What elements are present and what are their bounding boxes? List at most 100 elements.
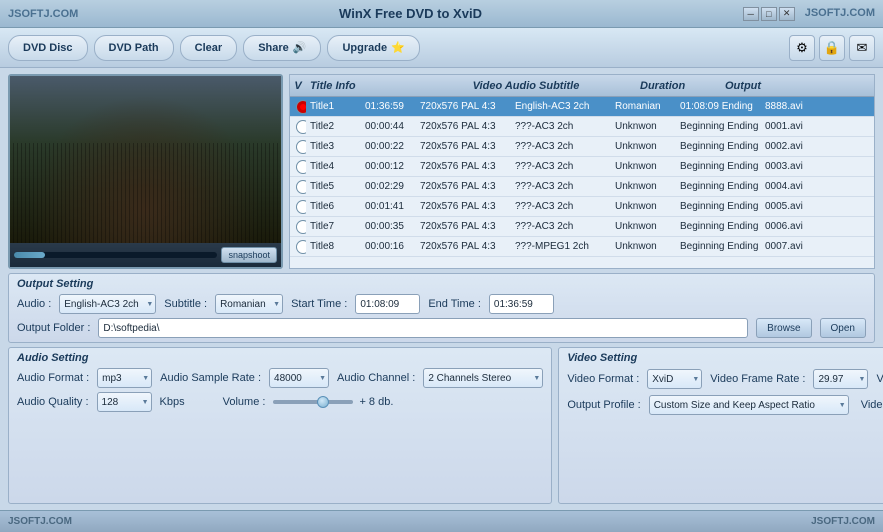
- upgrade-icon: ⭐: [391, 41, 405, 54]
- sample-rate-select[interactable]: 48000: [269, 368, 329, 388]
- volume-slider-thumb[interactable]: [317, 396, 329, 408]
- main-content: snapshoot V Title Info Video Audio Subti…: [0, 68, 883, 510]
- settings-icon-btn[interactable]: ⚙: [789, 35, 815, 61]
- end-time-input[interactable]: [489, 294, 554, 314]
- row-radio[interactable]: [296, 120, 306, 134]
- audio-label: Audio :: [17, 298, 51, 310]
- audio-channel-select-wrapper[interactable]: 2 Channels Stereo: [423, 368, 543, 388]
- close-button[interactable]: ✕: [779, 7, 795, 21]
- lock-icon-btn[interactable]: 🔒: [819, 35, 845, 61]
- row-subtitle: Unknwon: [611, 181, 676, 192]
- start-time-input[interactable]: [355, 294, 420, 314]
- audio-setting: Audio Setting Audio Format : mp3 Audio S…: [8, 347, 552, 504]
- video-progress-bar[interactable]: [14, 252, 217, 258]
- audio-channel-label: Audio Channel :: [337, 372, 415, 384]
- snapshot-button[interactable]: snapshoot: [221, 247, 277, 263]
- volume-slider-container: + 8 db.: [273, 396, 393, 408]
- row-audio: ???-AC3 2ch: [511, 221, 611, 232]
- row-radio[interactable]: [296, 160, 306, 174]
- row-audio: ???-AC3 2ch: [511, 121, 611, 132]
- row-radio[interactable]: [296, 240, 306, 254]
- row-radio[interactable]: [296, 140, 306, 154]
- audio-quality-select[interactable]: 128: [97, 392, 152, 412]
- title-row[interactable]: Title8 00:00:16 720x576 PAL 4:3 ???-MPEG…: [290, 237, 874, 257]
- row-radio[interactable]: [296, 100, 306, 114]
- title-row[interactable]: Title4 00:00:12 720x576 PAL 4:3 ???-AC3 …: [290, 157, 874, 177]
- email-icon-btn[interactable]: ✉: [849, 35, 875, 61]
- row-video: 720x576 PAL 4:3: [416, 241, 511, 252]
- share-button[interactable]: Share 🔊: [243, 35, 321, 61]
- dvd-disc-button[interactable]: DVD Disc: [8, 35, 88, 61]
- window-controls: ─ □ ✕ JSOFTJ.COM: [743, 7, 875, 21]
- open-button[interactable]: Open: [820, 318, 866, 338]
- audio-select[interactable]: English-AC3 2ch: [59, 294, 156, 314]
- sample-rate-select-wrapper[interactable]: 48000: [269, 368, 329, 388]
- row-title: Title1: [306, 101, 361, 112]
- row-title: Title3: [306, 141, 361, 152]
- row-output: 0002.avi: [761, 141, 821, 152]
- audio-format-select[interactable]: mp3: [97, 368, 152, 388]
- row-radio[interactable]: [296, 220, 306, 234]
- row-title: Title8: [306, 241, 361, 252]
- video-progress-fill: [14, 252, 45, 258]
- title-row[interactable]: Title1 01:36:59 720x576 PAL 4:3 English-…: [290, 97, 874, 117]
- upgrade-button[interactable]: Upgrade ⭐: [327, 35, 419, 61]
- title-list-body: Title1 01:36:59 720x576 PAL 4:3 English-…: [290, 97, 874, 268]
- row-subtitle: Unknwon: [611, 241, 676, 252]
- header-title-info: Title Info: [306, 80, 361, 92]
- header-duration2: Duration: [636, 80, 721, 92]
- row-radio[interactable]: [296, 180, 306, 194]
- output-profile-select[interactable]: Custom Size and Keep Aspect Ratio: [649, 395, 849, 415]
- header-v: V: [290, 80, 306, 92]
- title-row[interactable]: Title7 00:00:35 720x576 PAL 4:3 ???-AC3 …: [290, 217, 874, 237]
- row-time: 00:00:16: [361, 241, 416, 252]
- browse-button[interactable]: Browse: [756, 318, 811, 338]
- audio-format-select-wrapper[interactable]: mp3: [97, 368, 152, 388]
- maximize-button[interactable]: □: [761, 7, 777, 21]
- row-duration-ending: Beginning Ending: [676, 201, 761, 212]
- row-output: 0006.avi: [761, 221, 821, 232]
- status-bar: JSOFTJ.COM JSOFTJ.COM: [0, 510, 883, 532]
- audio-channel-select[interactable]: 2 Channels Stereo: [423, 368, 543, 388]
- video-preview: snapshoot: [8, 74, 283, 269]
- video-profile-row: Output Profile : Custom Size and Keep As…: [567, 394, 883, 416]
- subtitle-label: Subtitle :: [164, 298, 207, 310]
- title-row[interactable]: Title5 00:02:29 720x576 PAL 4:3 ???-AC3 …: [290, 177, 874, 197]
- video-setting-title: Video Setting: [567, 352, 883, 364]
- row-audio: ???-MPEG1 2ch: [511, 241, 611, 252]
- subtitle-select[interactable]: Romanian: [215, 294, 283, 314]
- row-video: 720x576 PAL 4:3: [416, 181, 511, 192]
- audio-quality-select-wrapper[interactable]: 128: [97, 392, 152, 412]
- title-row[interactable]: Title3 00:00:22 720x576 PAL 4:3 ???-AC3 …: [290, 137, 874, 157]
- video-format-select-wrapper[interactable]: XviD: [647, 369, 702, 389]
- audio-select-wrapper[interactable]: English-AC3 2ch: [59, 294, 156, 314]
- row-subtitle: Unknwon: [611, 201, 676, 212]
- output-profile-select-wrapper[interactable]: Custom Size and Keep Aspect Ratio: [649, 395, 849, 415]
- video-format-select[interactable]: XviD: [647, 369, 702, 389]
- volume-slider-track[interactable]: [273, 400, 353, 404]
- clear-button[interactable]: Clear: [180, 35, 238, 61]
- row-duration-ending: 01:08:09 Ending: [676, 101, 761, 112]
- row-check: [290, 140, 306, 154]
- row-video: 720x576 PAL 4:3: [416, 201, 511, 212]
- title-row[interactable]: Title6 00:01:41 720x576 PAL 4:3 ???-AC3 …: [290, 197, 874, 217]
- row-check: [290, 100, 306, 114]
- subtitle-select-wrapper[interactable]: Romanian: [215, 294, 283, 314]
- frame-rate-select-wrapper[interactable]: 29.97: [813, 369, 868, 389]
- row-subtitle: Unknwon: [611, 121, 676, 132]
- kbps-label: Kbps: [160, 396, 185, 408]
- title-watermark-right: JSOFTJ.COM: [805, 7, 875, 21]
- video-setting: Video Setting Video Format : XviD Video …: [558, 347, 883, 504]
- dvd-path-button[interactable]: DVD Path: [94, 35, 174, 61]
- output-folder-input[interactable]: [98, 318, 748, 338]
- volume-label: Volume :: [223, 396, 266, 408]
- title-row[interactable]: Title2 00:00:44 720x576 PAL 4:3 ???-AC3 …: [290, 117, 874, 137]
- row-video: 720x576 PAL 4:3: [416, 161, 511, 172]
- audio-quality-row: Audio Quality : 128 Kbps Volume : + 8 db…: [17, 392, 543, 412]
- minimize-button[interactable]: ─: [743, 7, 759, 21]
- row-subtitle: Unknwon: [611, 221, 676, 232]
- row-radio[interactable]: [296, 200, 306, 214]
- row-output: 0004.avi: [761, 181, 821, 192]
- title-list-header: V Title Info Video Audio Subtitle Durati…: [290, 75, 874, 97]
- frame-rate-select[interactable]: 29.97: [813, 369, 868, 389]
